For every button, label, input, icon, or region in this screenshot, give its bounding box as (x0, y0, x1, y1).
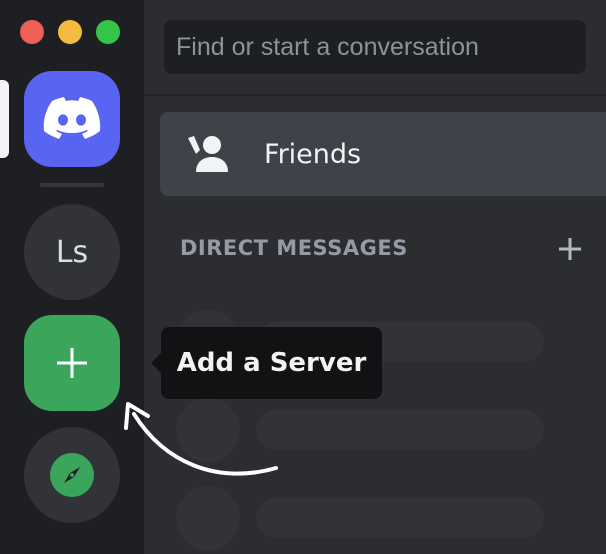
add-server-tooltip: Add a Server (151, 327, 382, 399)
server-ls[interactable]: Ls (24, 204, 120, 300)
compass-icon (50, 453, 94, 497)
friends-label: Friends (264, 138, 362, 170)
explore-servers-button[interactable] (24, 427, 120, 523)
plus-icon (57, 348, 87, 378)
channel-sidebar: Friends DIRECT MESSAGES (144, 0, 606, 554)
tooltip-text: Add a Server (176, 348, 367, 378)
dm-placeholder-line (256, 410, 544, 450)
add-server-button[interactable] (24, 315, 120, 411)
plus-icon (559, 238, 581, 260)
search-bar (144, 0, 606, 96)
friends-icon (186, 132, 234, 176)
dm-placeholder-avatar (176, 486, 240, 550)
window-close-button[interactable] (20, 20, 44, 44)
dm-placeholder-line (256, 498, 544, 538)
window-maximize-button[interactable] (96, 20, 120, 44)
server-rail: Ls (0, 0, 144, 554)
discord-logo-icon (43, 97, 101, 139)
search-input[interactable] (164, 20, 586, 74)
server-ls-label: Ls (55, 234, 89, 270)
window-minimize-button[interactable] (58, 20, 82, 44)
active-server-indicator (0, 80, 9, 158)
direct-messages-header: DIRECT MESSAGES (180, 236, 408, 260)
friends-nav-item[interactable]: Friends (160, 112, 606, 196)
home-button[interactable] (24, 71, 120, 167)
tooltip-arrow (151, 353, 161, 373)
rail-divider (40, 183, 104, 187)
dm-placeholder-avatar (176, 398, 240, 462)
create-dm-button[interactable] (555, 234, 585, 264)
